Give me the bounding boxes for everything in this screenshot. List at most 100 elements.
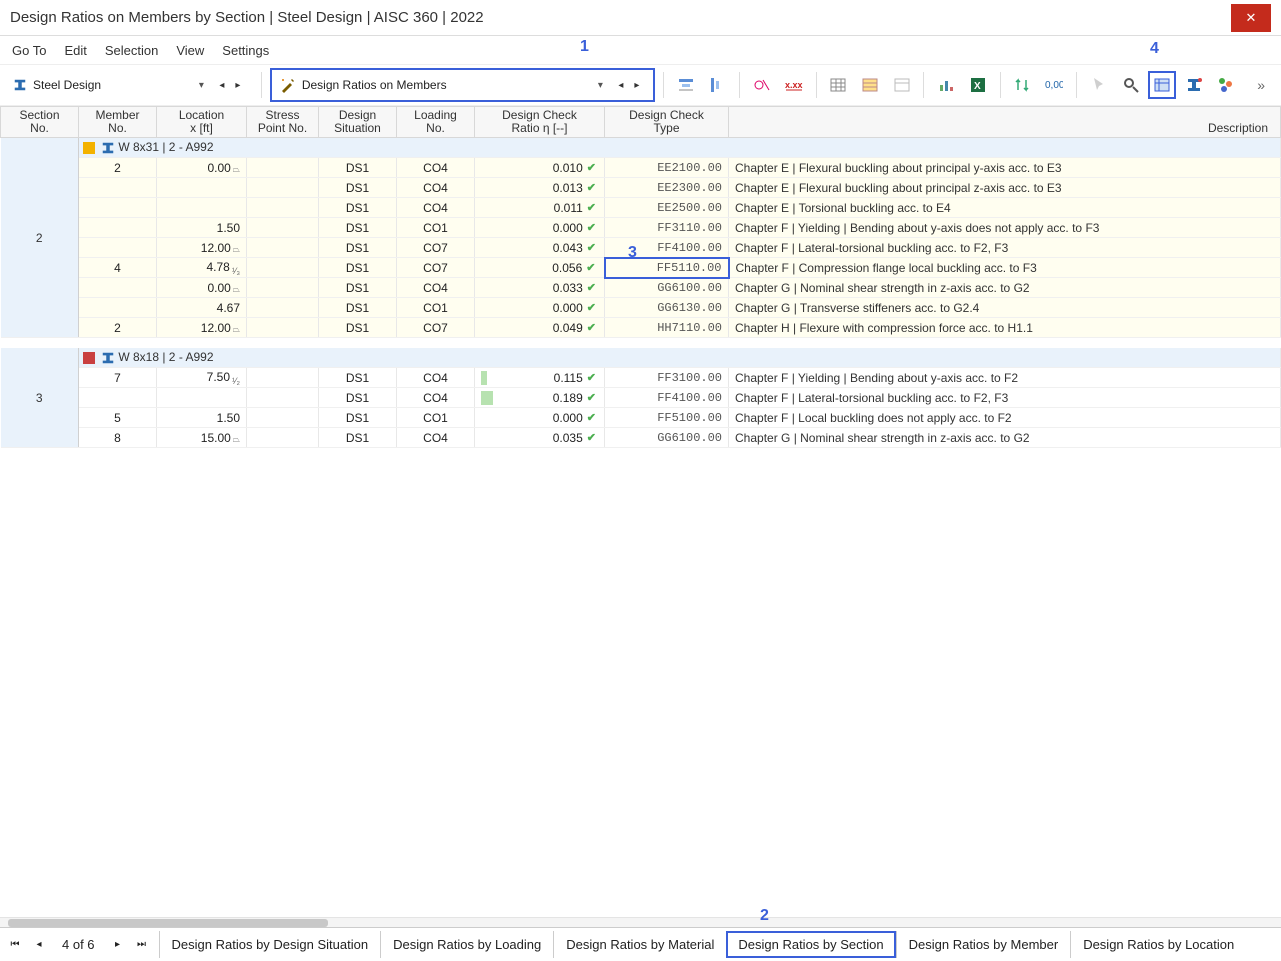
loading-cell[interactable]: CO4 [397,158,475,178]
excel-icon[interactable]: X [964,71,992,99]
description-cell[interactable]: Chapter E | Flexural buckling about prin… [729,178,1281,198]
ratio-cell[interactable]: 0.011✔ [475,198,605,218]
description-cell[interactable]: Chapter G | Transverse stiffeners acc. t… [729,298,1281,318]
member-cell[interactable] [79,218,157,238]
location-cell[interactable]: 1.50 [157,408,247,428]
type-cell[interactable]: FF4100.00 [605,238,729,258]
col-stress[interactable]: StressPoint No. [247,107,319,138]
stress-cell[interactable] [247,408,319,428]
col-loading[interactable]: LoadingNo. [397,107,475,138]
stress-cell[interactable] [247,218,319,238]
type-cell[interactable]: FF4100.00 [605,388,729,408]
menu-view[interactable]: View [176,43,204,58]
show-ratio-icon[interactable] [748,71,776,99]
loading-cell[interactable]: CO4 [397,428,475,448]
situation-cell[interactable]: DS1 [319,408,397,428]
ratio-cell[interactable]: 0.189✔ [475,388,605,408]
stress-cell[interactable] [247,278,319,298]
pager-next[interactable]: ▸ [109,936,127,954]
combo-next[interactable]: ▸ [230,73,246,97]
combo-prev[interactable]: ◂ [214,73,230,97]
loading-cell[interactable]: CO1 [397,298,475,318]
location-cell[interactable]: 1.50 [157,218,247,238]
location-cell[interactable]: 0.00⏢ [157,278,247,298]
chart-icon[interactable] [932,71,960,99]
situation-cell[interactable]: DS1 [319,278,397,298]
pager-first[interactable]: ⏮ [6,936,24,954]
loading-cell[interactable]: CO4 [397,178,475,198]
loading-cell[interactable]: CO4 [397,278,475,298]
stress-cell[interactable] [247,298,319,318]
table-row[interactable]: 1.50DS1CO10.000✔FF3110.00Chapter F | Yie… [1,218,1281,238]
situation-cell[interactable]: DS1 [319,318,397,338]
situation-cell[interactable]: DS1 [319,388,397,408]
member-cell[interactable] [79,198,157,218]
menu-selection[interactable]: Selection [105,43,158,58]
ratio-cell[interactable]: 0.000✔ [475,218,605,238]
member-cell[interactable]: 7 [79,368,157,388]
col-location[interactable]: Locationx [ft] [157,107,247,138]
ratio-cell[interactable]: 0.010✔ [475,158,605,178]
type-cell[interactable]: FF3110.00 [605,218,729,238]
table-row[interactable]: DS1CO40.011✔EE2500.00Chapter E | Torsion… [1,198,1281,218]
close-button[interactable]: ✕ [1231,4,1271,32]
table-row[interactable]: 4.67DS1CO10.000✔GG6130.00Chapter G | Tra… [1,298,1281,318]
combo2-prev[interactable]: ◂ [613,73,629,97]
loading-cell[interactable]: CO7 [397,258,475,278]
table-row[interactable]: DS1CO40.189✔FF4100.00Chapter F | Lateral… [1,388,1281,408]
ratio-cell[interactable]: 0.056✔ [475,258,605,278]
ratio-cell[interactable]: 0.043✔ [475,238,605,258]
type-cell[interactable]: FF3100.00 [605,368,729,388]
description-cell[interactable]: Chapter G | Nominal shear strength in z-… [729,428,1281,448]
type-cell[interactable]: GG6130.00 [605,298,729,318]
table-row[interactable]: 77.50¹⁄₂DS1CO40.115✔FF3100.00Chapter F |… [1,368,1281,388]
member-cell[interactable] [79,178,157,198]
location-cell[interactable]: 12.00⏢ [157,318,247,338]
pointer-icon[interactable] [1085,71,1113,99]
member-cell[interactable] [79,238,157,258]
table-row[interactable]: DS1CO40.013✔EE2300.00Chapter E | Flexura… [1,178,1281,198]
ratio-cell[interactable]: 0.049✔ [475,318,605,338]
description-cell[interactable]: Chapter F | Yielding | Bending about y-a… [729,368,1281,388]
filter-row-icon[interactable] [672,71,700,99]
loading-cell[interactable]: CO1 [397,408,475,428]
combo-module[interactable]: Steel Design ▾ ◂ ▸ [6,70,253,100]
location-cell[interactable]: 15.00⏢ [157,428,247,448]
col-section[interactable]: SectionNo. [1,107,79,138]
description-cell[interactable]: Chapter F | Local buckling does not appl… [729,408,1281,428]
member-cell[interactable]: 2 [79,158,157,178]
details-view-icon[interactable] [1148,71,1176,99]
loading-cell[interactable]: CO7 [397,238,475,258]
section-group-header[interactable]: 3 W 8x18 | 2 - A992 [1,348,1281,368]
member-cell[interactable] [79,388,157,408]
footer-tab[interactable]: Design Ratios by Location [1070,931,1246,958]
table-clear-icon[interactable] [888,71,916,99]
combo-result-type[interactable]: Design Ratios on Members ▾ ◂ ▸ [270,68,655,102]
decimals-icon[interactable]: 0,00 [1040,71,1068,99]
member-cell[interactable] [79,298,157,318]
stress-cell[interactable] [247,368,319,388]
type-cell[interactable]: EE2100.00 [605,158,729,178]
location-cell[interactable] [157,388,247,408]
col-type[interactable]: Design CheckType [605,107,729,138]
description-cell[interactable]: Chapter E | Torsional buckling acc. to E… [729,198,1281,218]
exceeded-icon[interactable]: x.xx [780,71,808,99]
description-cell[interactable]: Chapter H | Flexure with compression for… [729,318,1281,338]
type-cell[interactable]: GG6100.00 [605,278,729,298]
situation-cell[interactable]: DS1 [319,198,397,218]
description-cell[interactable]: Chapter E | Flexural buckling about prin… [729,158,1281,178]
table-icon[interactable] [825,71,853,99]
ratio-cell[interactable]: 0.013✔ [475,178,605,198]
member-icon[interactable] [1180,71,1208,99]
ratio-cell[interactable]: 0.115✔ [475,368,605,388]
stress-cell[interactable] [247,428,319,448]
table-row[interactable]: 815.00⏢DS1CO40.035✔GG6100.00Chapter G | … [1,428,1281,448]
stress-cell[interactable] [247,258,319,278]
section-group-header[interactable]: 2 W 8x31 | 2 - A992 [1,138,1281,158]
location-cell[interactable]: 4.78¹⁄₃ [157,258,247,278]
loading-cell[interactable]: CO7 [397,318,475,338]
footer-tab[interactable]: Design Ratios by Section [726,931,895,958]
member-cell[interactable]: 4 [79,258,157,278]
loading-cell[interactable]: CO4 [397,388,475,408]
member-cell[interactable]: 5 [79,408,157,428]
